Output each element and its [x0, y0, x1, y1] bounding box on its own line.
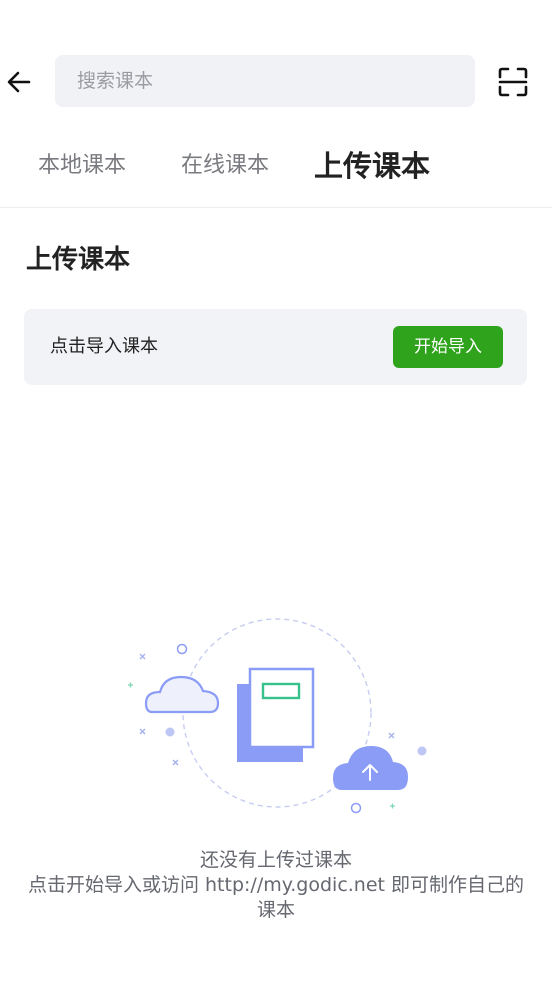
import-card: 点击导入课本 开始导入 [24, 309, 527, 385]
tab-bar: 本地课本 在线课本 上传课本 [0, 140, 552, 192]
scan-icon [498, 67, 528, 97]
decoration-dot [165, 727, 175, 737]
search-box[interactable] [55, 55, 475, 107]
start-import-button[interactable]: 开始导入 [393, 326, 503, 368]
section-title: 上传课本 [26, 245, 131, 275]
divider [0, 207, 552, 208]
page: 本地课本 在线课本 上传课本 上传课本 点击导入课本 开始导入 [0, 0, 552, 981]
search-input[interactable] [55, 55, 475, 107]
empty-state-hint: 点击开始导入或访问 http://my.godic.net 即可制作自己的课本 [27, 874, 525, 921]
decoration-dot [176, 643, 188, 655]
top-bar [0, 55, 552, 107]
arrow-left-icon [7, 71, 31, 93]
tab-upload-textbooks[interactable]: 上传课本 [314, 140, 430, 192]
back-button[interactable] [4, 67, 34, 97]
tab-local-textbooks[interactable]: 本地课本 [38, 140, 126, 192]
import-label: 点击导入课本 [50, 336, 158, 357]
empty-state-message: 还没有上传过课本 点击开始导入或访问 http://my.godic.net 即… [20, 848, 532, 923]
upload-cloud-icon [333, 746, 408, 790]
empty-state-title: 还没有上传过课本 [199, 849, 352, 871]
tab-online-textbooks[interactable]: 在线课本 [181, 140, 269, 192]
upload-empty-illustration [128, 618, 427, 814]
book-front-page [248, 667, 315, 749]
decoration-dot [350, 802, 362, 814]
scan-button[interactable] [498, 67, 528, 97]
decoration-dot [417, 746, 427, 756]
cloud-icon [144, 675, 220, 714]
